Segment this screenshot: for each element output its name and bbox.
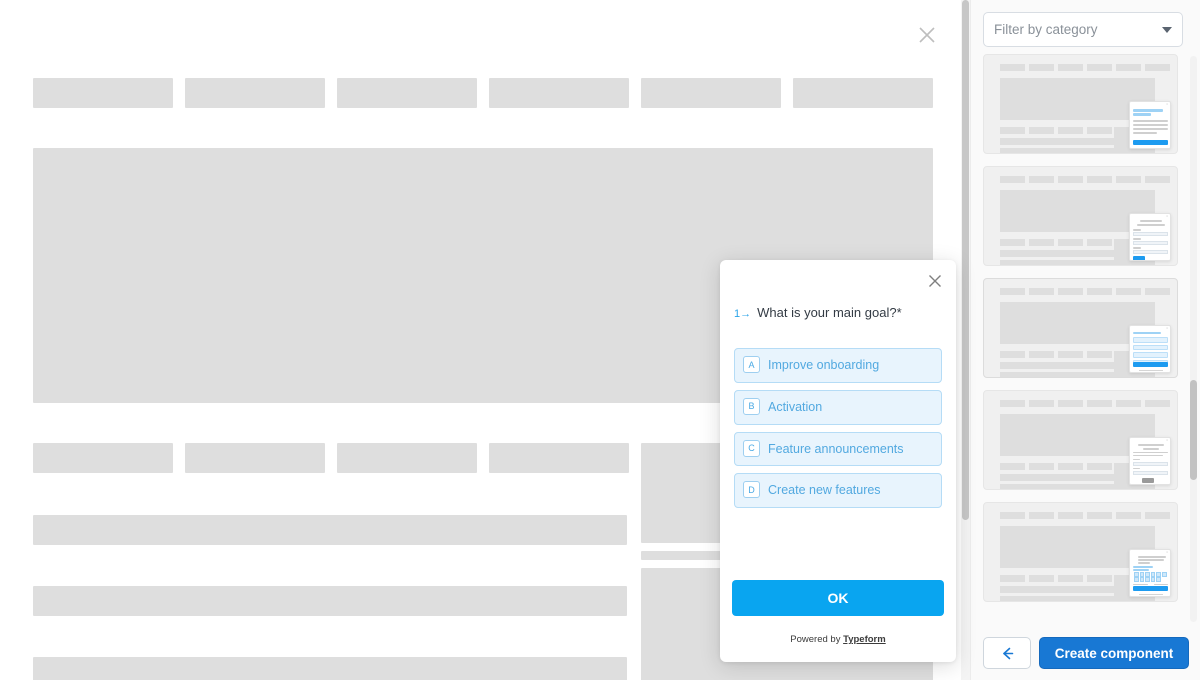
sidebar-scrollbar-thumb[interactable] bbox=[1190, 380, 1197, 480]
thumb-popup-preview: × bbox=[1129, 325, 1171, 373]
typeform-modal: 1→ What is your main goal?* A Improve onb… bbox=[720, 260, 956, 662]
typeform-option-b[interactable]: B Activation bbox=[734, 389, 942, 425]
typeform-brand[interactable]: Typeform bbox=[843, 634, 886, 645]
typeform-option-a[interactable]: A Improve onboarding bbox=[734, 348, 942, 383]
create-component-button[interactable]: Create component bbox=[1039, 637, 1189, 669]
component-thumbnail-5[interactable]: × bbox=[983, 502, 1178, 602]
typeform-options: A Improve onboarding B Activation C Feature a… bbox=[734, 348, 942, 515]
skeleton-nav-block bbox=[185, 78, 325, 108]
skeleton-nav-block bbox=[33, 443, 173, 473]
thumb-nav-row-2 bbox=[1000, 239, 1112, 246]
option-label: Improve onboarding bbox=[768, 358, 880, 372]
typeform-submit-button[interactable]: OK bbox=[732, 580, 944, 616]
typeform-option-c[interactable]: C Feature announcements bbox=[734, 431, 942, 467]
option-key-badge: B bbox=[743, 397, 760, 415]
thumb-nav-row bbox=[1000, 400, 1170, 407]
back-button[interactable] bbox=[983, 637, 1031, 669]
skeleton-content-bar bbox=[33, 657, 627, 680]
powered-by-typeform[interactable]: Powered by Typeform bbox=[720, 634, 956, 645]
thumb-content-bar bbox=[1000, 250, 1120, 257]
thumb-popup-preview: × bbox=[1129, 213, 1171, 261]
option-label: Activation bbox=[768, 399, 823, 414]
skeleton-content-bar bbox=[33, 515, 627, 545]
option-key-badge: A bbox=[743, 356, 760, 373]
typeform-close-icon[interactable] bbox=[926, 272, 944, 290]
thumb-nav-row-2 bbox=[1000, 127, 1112, 134]
thumb-nav-row-2 bbox=[1000, 351, 1112, 358]
skeleton-nav-block bbox=[489, 443, 629, 473]
component-thumbnail-1[interactable]: × bbox=[983, 54, 1178, 154]
thumb-content-bar bbox=[1000, 372, 1120, 377]
component-thumbnail-3[interactable]: × bbox=[983, 278, 1178, 378]
thumb-nav-row bbox=[1000, 288, 1170, 295]
component-sidebar: Filter by category × × × × × Create componen… bbox=[970, 0, 1200, 680]
close-icon[interactable] bbox=[916, 24, 938, 46]
question-text: What is your main goal?* bbox=[757, 305, 902, 320]
skeleton-nav-block bbox=[33, 78, 173, 108]
thumb-popup-preview: × bbox=[1129, 549, 1171, 597]
thumb-popup-preview: × bbox=[1129, 437, 1171, 485]
sidebar-scrollbar[interactable] bbox=[1190, 56, 1197, 622]
thumb-content-bar bbox=[1000, 138, 1120, 145]
skeleton-content-bar bbox=[33, 586, 627, 616]
thumb-content-bar bbox=[1000, 596, 1120, 601]
thumb-content-bar bbox=[1000, 484, 1120, 489]
skeleton-nav-block bbox=[793, 78, 933, 108]
arrow-left-icon bbox=[1002, 647, 1013, 659]
option-key-badge: C bbox=[743, 439, 760, 457]
component-thumbnail-list[interactable]: × × × × × bbox=[971, 54, 1200, 626]
typeform-option-d[interactable]: D Create new features bbox=[734, 473, 942, 508]
thumb-popup-preview: × bbox=[1129, 101, 1171, 149]
app-root: Filter by category × × × × × Create componen… bbox=[0, 0, 1200, 680]
option-label: Create new features bbox=[768, 483, 881, 498]
thumb-nav-row bbox=[1000, 64, 1170, 71]
skeleton-nav-block bbox=[337, 78, 477, 108]
thumb-nav-row-2 bbox=[1000, 575, 1112, 582]
filter-by-category-select[interactable]: Filter by category bbox=[983, 12, 1183, 47]
thumb-content-bar bbox=[1000, 260, 1120, 265]
skeleton-nav-block bbox=[489, 78, 629, 108]
chevron-down-icon bbox=[1162, 26, 1172, 33]
component-thumbnail-2[interactable]: × bbox=[983, 166, 1178, 266]
thumb-nav-row bbox=[1000, 176, 1170, 183]
thumb-content-bar bbox=[1000, 474, 1120, 481]
sidebar-footer: Create component bbox=[971, 626, 1200, 680]
thumb-content-bar bbox=[1000, 586, 1120, 593]
typeform-question: 1→ What is your main goal?* bbox=[734, 305, 942, 320]
component-thumbnail-4[interactable]: × bbox=[983, 390, 1178, 490]
preview-scrollbar[interactable] bbox=[961, 0, 970, 680]
filter-select-label: Filter by category bbox=[994, 22, 1098, 37]
preview-scrollbar-thumb[interactable] bbox=[962, 0, 969, 520]
thumb-nav-row bbox=[1000, 512, 1170, 519]
thumb-content-bar bbox=[1000, 148, 1120, 153]
skeleton-nav-block bbox=[185, 443, 325, 473]
skeleton-nav-block bbox=[337, 443, 477, 473]
thumb-nav-row-2 bbox=[1000, 463, 1112, 470]
question-number: 1→ bbox=[734, 308, 752, 320]
thumb-content-bar bbox=[1000, 362, 1120, 369]
option-key-badge: D bbox=[743, 481, 760, 499]
powered-prefix: Powered by bbox=[790, 634, 844, 645]
option-label: Feature announcements bbox=[768, 441, 904, 456]
skeleton-nav-block bbox=[641, 78, 781, 108]
